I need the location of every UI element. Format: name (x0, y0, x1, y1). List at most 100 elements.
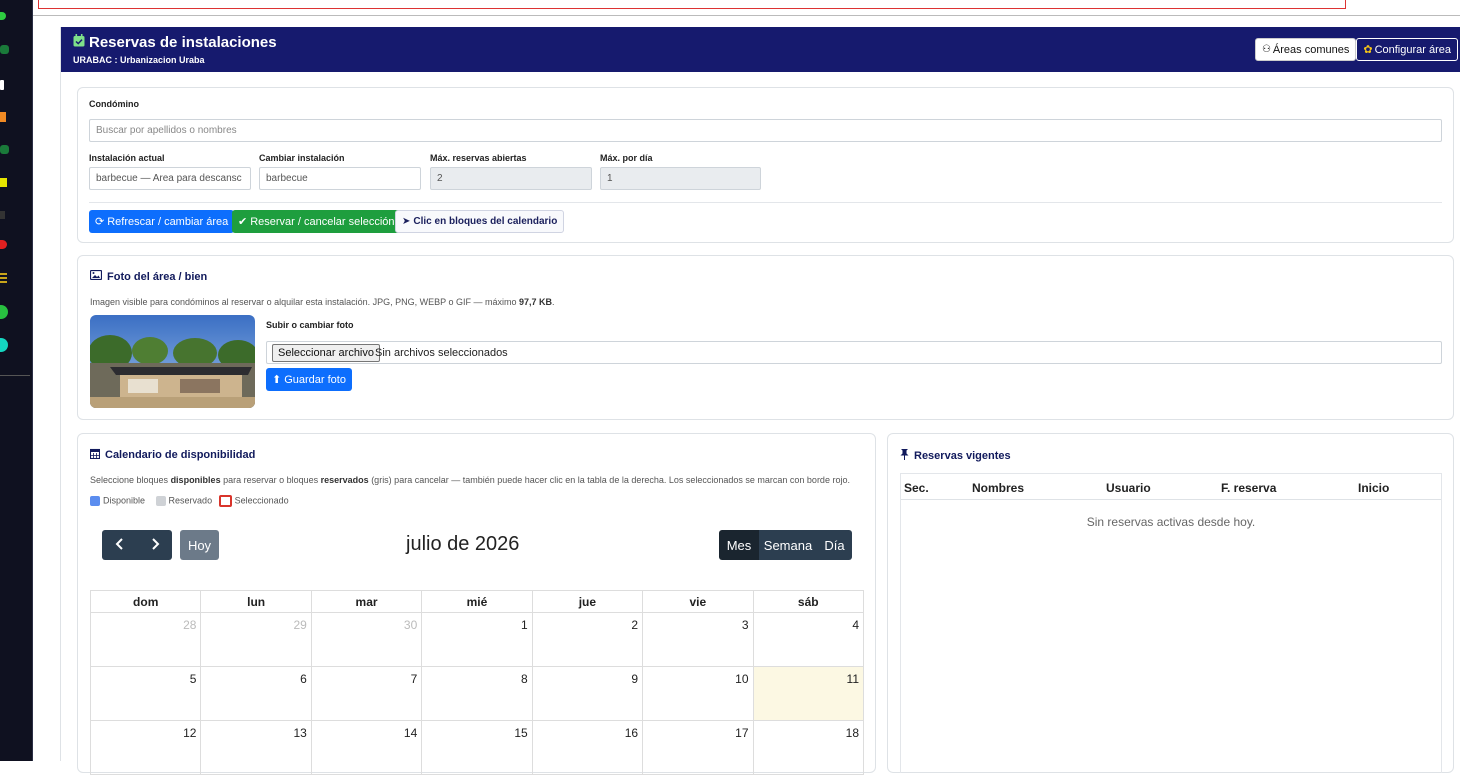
clic-bloques-button[interactable]: ➤ Clic en bloques del calendario (395, 210, 565, 233)
day-cell[interactable]: 18 (752, 720, 865, 775)
upload-label: Subir o cambiar foto (266, 320, 354, 330)
weekday-header: mié (421, 590, 533, 613)
refrescar-button[interactable]: ⟳ Refrescar / cambiar área (89, 210, 235, 233)
instalacion-actual-field[interactable]: barbecue — Area para descansc (89, 167, 251, 190)
form-divider (89, 202, 1442, 203)
areas-comunes-button[interactable]: ⚇ Áreas comunes (1254, 38, 1357, 61)
legend-disponible-swatch (90, 496, 100, 506)
col-usuario: Usuario (1106, 481, 1151, 495)
view-month-button[interactable]: Mes (719, 530, 759, 560)
col-nombres: Nombres (972, 481, 1025, 495)
gear-icon: ✿ (1363, 44, 1373, 56)
calendar-title-text: Calendario de disponibilidad (105, 449, 256, 461)
day-cell[interactable]: 3 (642, 612, 754, 667)
sidebar-icon-10[interactable] (0, 305, 8, 319)
weekday-header: dom (89, 590, 202, 613)
sidebar-icon-3[interactable] (0, 80, 4, 90)
day-cell[interactable]: 6 (200, 666, 312, 721)
reservas-table: Sec. Nombres Usuario F. reserva Inicio S… (900, 473, 1442, 773)
file-input[interactable]: Seleccionar archivo Sin archivos selecci… (266, 341, 1442, 364)
chevron-right-icon (150, 537, 160, 553)
day-cell[interactable]: 12 (89, 720, 202, 775)
day-cell[interactable]: 28 (89, 612, 202, 667)
col-inicio: Inicio (1358, 481, 1390, 495)
day-cell-today[interactable]: 11 (752, 666, 865, 721)
week-row: 12 13 14 15 16 17 18 (89, 720, 865, 775)
weekday-header-row: dom lun mar mié jue vie sáb (89, 590, 865, 613)
day-cell[interactable]: 10 (642, 666, 754, 721)
guardar-foto-label: Guardar foto (284, 373, 346, 386)
refresh-icon: ⟳ (95, 216, 105, 228)
foto-card: Foto del área / bien Imagen visible para… (77, 255, 1454, 420)
configurar-area-button[interactable]: ✿ Configurar área (1356, 38, 1458, 61)
day-cell[interactable]: 29 (200, 612, 312, 667)
sidebar-icon-5[interactable] (0, 145, 9, 154)
reservas-section-title: Reservas vigentes (900, 448, 1011, 463)
foto-help-suffix: . (552, 297, 555, 307)
top-divider (33, 15, 1460, 16)
sidebar-icon-2[interactable] (0, 45, 9, 54)
day-cell[interactable]: 14 (310, 720, 423, 775)
top-alert-box (38, 0, 1346, 9)
next-month-button[interactable] (137, 530, 172, 560)
refrescar-label: Refrescar / cambiar área (107, 215, 229, 228)
cal-help-2: para reservar o bloques (220, 475, 321, 485)
day-cell[interactable]: 16 (531, 720, 644, 775)
page-title: Reservas de instalaciones (89, 34, 277, 51)
calendar-icon (89, 448, 101, 462)
file-status-text: Sin archivos seleccionados (375, 347, 508, 359)
sidebar-icon-1[interactable] (0, 12, 6, 20)
reservas-table-header: Sec. Nombres Usuario F. reserva Inicio (901, 474, 1441, 500)
cal-help-1: Seleccione bloques (90, 475, 171, 485)
foto-help-prefix: Imagen visible para condóminos al reserv… (90, 297, 520, 307)
day-cell[interactable]: 5 (89, 666, 202, 721)
legend-reservado-label: Reservado (168, 495, 213, 506)
sidebar-icon-9[interactable] (0, 273, 7, 283)
condomino-label: Condómino (89, 99, 139, 109)
day-cell[interactable]: 4 (752, 612, 865, 667)
week-row: 28 29 30 1 2 3 4 (89, 612, 865, 667)
day-cell[interactable]: 30 (310, 612, 423, 667)
sidebar-icon-11[interactable] (0, 338, 8, 352)
day-cell[interactable]: 13 (200, 720, 312, 775)
max-dia-label: Máx. por día (600, 153, 653, 163)
day-cell[interactable]: 7 (310, 666, 423, 721)
today-button[interactable]: Hoy (180, 530, 219, 560)
weekday-header: vie (642, 590, 754, 613)
cambiar-instalacion-select[interactable]: barbecue (259, 167, 421, 190)
sidebar-icon-7[interactable] (0, 211, 5, 219)
weekday-header: sáb (752, 590, 865, 613)
weekday-header: jue (531, 590, 644, 613)
file-select-button[interactable]: Seleccionar archivo (272, 344, 380, 362)
chevron-left-icon (115, 537, 125, 553)
cal-help-3: (gris) para cancelar — también puede hac… (368, 475, 850, 485)
reservar-button[interactable]: ✔ Reservar / cancelar selección (232, 210, 401, 233)
view-day-button[interactable]: Día (817, 530, 852, 560)
condomino-search-input[interactable]: Buscar por apellidos o nombres (89, 119, 1442, 142)
col-freserva: F. reserva (1221, 481, 1277, 495)
day-cell[interactable]: 9 (531, 666, 644, 721)
day-cell[interactable]: 1 (421, 612, 533, 667)
cal-help-b2: reservados (320, 475, 369, 485)
sidebar-icon-6[interactable] (0, 178, 7, 187)
legend-disponible-label: Disponible (103, 495, 146, 506)
reservas-card: Reservas vigentes Sec. Nombres Usuario F… (887, 433, 1454, 773)
view-week-button[interactable]: Semana (759, 530, 817, 560)
calendar-help-text: Seleccione bloques disponibles para rese… (90, 475, 850, 485)
calendar-check-icon (73, 34, 85, 51)
main-panel: Reservas de instalaciones URABAC : Urban… (60, 27, 1460, 775)
reservas-empty-message: Sin reservas activas desde hoy. (1086, 515, 1256, 529)
page-title-row: Reservas de instalaciones (73, 34, 277, 51)
day-cell[interactable]: 17 (642, 720, 754, 775)
day-cell[interactable]: 15 (421, 720, 533, 775)
sidebar-icon-8[interactable] (0, 240, 7, 249)
sidebar-icon-4[interactable] (0, 112, 6, 122)
people-icon: ⚇ (1261, 44, 1271, 55)
check-icon: ✔ (238, 216, 248, 228)
prev-month-button[interactable] (102, 530, 137, 560)
left-sidebar (0, 0, 33, 761)
day-cell[interactable]: 8 (421, 666, 533, 721)
sidebar-divider (0, 375, 30, 376)
day-cell[interactable]: 2 (531, 612, 644, 667)
guardar-foto-button[interactable]: ⬆ Guardar foto (266, 368, 352, 391)
